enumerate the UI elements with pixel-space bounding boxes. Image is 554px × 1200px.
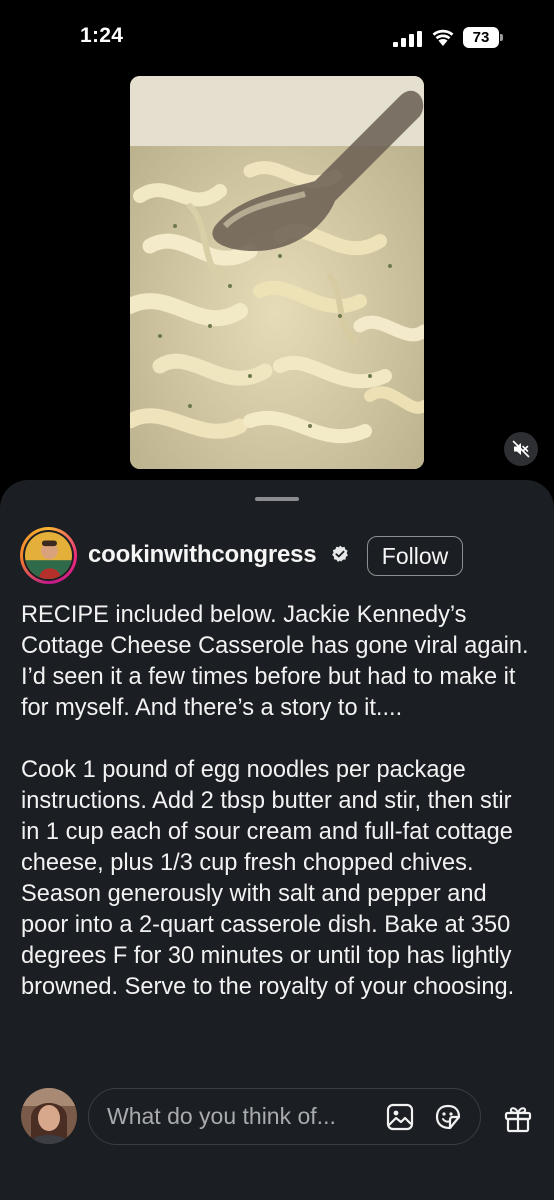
status-bar: 1:24 73 — [0, 0, 554, 74]
verified-badge-icon — [332, 545, 348, 562]
reel-video[interactable] — [130, 76, 424, 469]
comment-box[interactable] — [88, 1088, 481, 1145]
profile-photo — [25, 532, 72, 579]
sheet-drag-handle[interactable] — [255, 497, 299, 501]
mute-toggle-button[interactable] — [504, 432, 538, 466]
wifi-icon — [432, 29, 454, 46]
current-user-avatar[interactable] — [21, 1088, 77, 1144]
comment-bar — [0, 1076, 554, 1200]
follow-button[interactable]: Follow — [367, 536, 463, 576]
battery-indicator: 73 — [463, 27, 503, 48]
comment-input[interactable] — [107, 1089, 367, 1144]
current-user-photo — [21, 1088, 77, 1144]
caption-paragraph: Cook 1 pound of egg noodles per package … — [21, 757, 515, 1000]
status-time: 1:24 — [80, 24, 124, 47]
image-icon[interactable] — [386, 1103, 414, 1131]
gift-icon[interactable] — [503, 1103, 533, 1133]
video-frame-image — [130, 76, 424, 469]
post-caption: RECIPE included below. Jackie Kennedy’s … — [21, 600, 531, 1003]
profile-avatar[interactable] — [20, 527, 77, 584]
sticker-icon[interactable] — [433, 1102, 463, 1132]
battery-percent: 73 — [472, 29, 490, 46]
caption-paragraph: RECIPE included below. Jackie Kennedy’s … — [21, 602, 529, 721]
cellular-signal-icon — [393, 31, 422, 47]
speaker-muted-icon — [512, 440, 530, 458]
post-username[interactable]: cookinwithcongress — [88, 541, 317, 569]
